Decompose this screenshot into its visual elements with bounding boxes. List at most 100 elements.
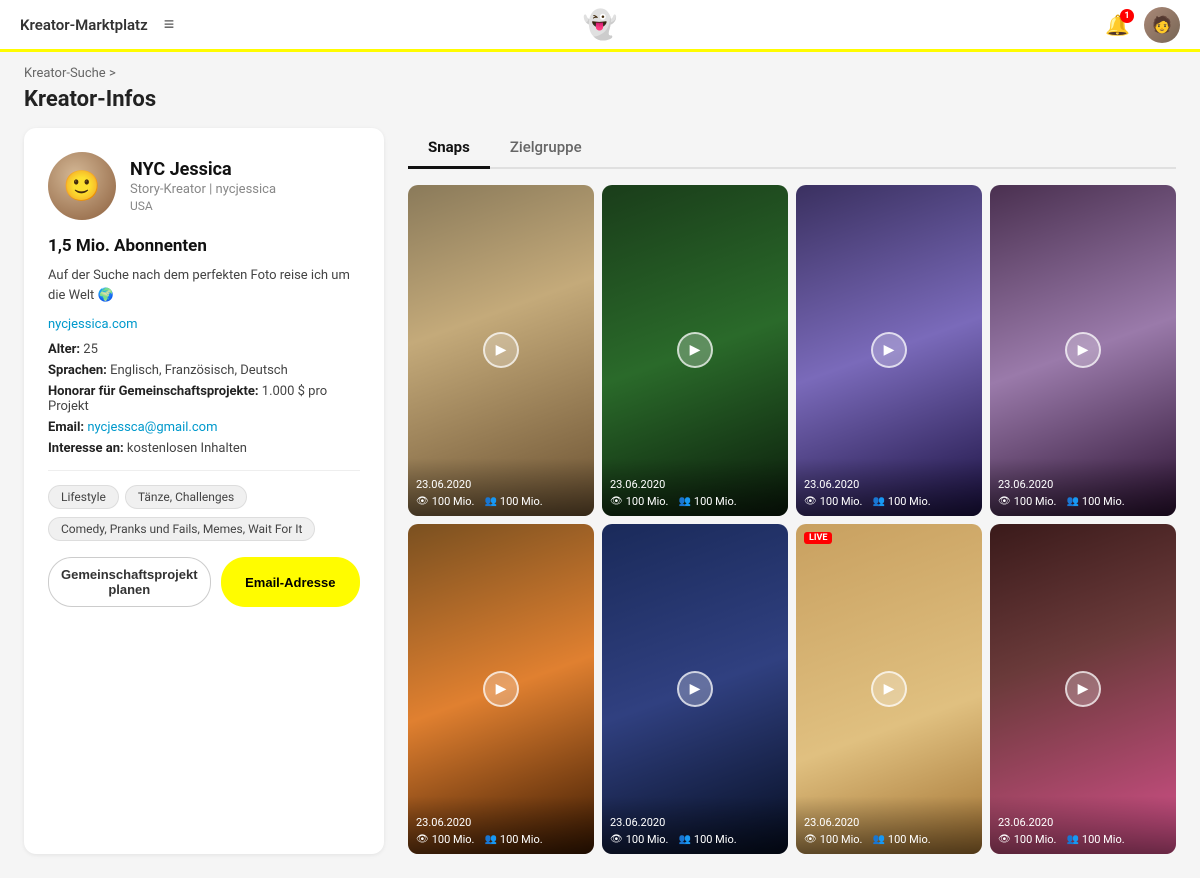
header-right: 🔔 1 🧑 <box>1105 7 1180 43</box>
play-button[interactable]: ▶ <box>871 671 907 707</box>
avatar-icon: 🧑 <box>1152 15 1172 34</box>
snap-followers: 👥 100 Mio. <box>678 495 736 508</box>
snap-item[interactable]: ▶ 23.06.2020 👁 100 Mio. 👥 100 Mio. <box>602 185 788 516</box>
interest-label: Interesse an: <box>48 441 124 456</box>
snap-overlay: 23.06.2020 👁 100 Mio. 👥 100 Mio. <box>602 458 788 516</box>
user-avatar-header[interactable]: 🧑 <box>1144 7 1180 43</box>
header: Kreator-Marktplatz ≡ 👻 🔔 1 🧑 <box>0 0 1200 52</box>
snap-item[interactable]: ▶ 23.06.2020 👁 100 Mio. 👥 100 Mio. <box>990 185 1176 516</box>
snap-followers: 👥 100 Mio. <box>872 495 930 508</box>
profile-role: Story-Kreator | nycjessica <box>130 182 276 197</box>
role-label: Story-Kreator <box>130 182 206 197</box>
play-button[interactable]: ▶ <box>871 332 907 368</box>
profile-name: NYC Jessica <box>130 159 276 180</box>
play-button[interactable]: ▶ <box>483 671 519 707</box>
age-value: 25 <box>83 342 98 357</box>
views-value: 100 Mio. <box>626 833 669 846</box>
snap-followers: 👥 100 Mio. <box>484 495 542 508</box>
snap-overlay: 23.06.2020 👁 100 Mio. 👥 100 Mio. <box>602 796 788 854</box>
snap-inner: ▶ 23.06.2020 👁 100 Mio. 👥 100 Mio. <box>602 185 788 516</box>
snap-overlay: 23.06.2020 👁 100 Mio. 👥 100 Mio. <box>990 796 1176 854</box>
followers-value: 100 Mio. <box>500 495 543 508</box>
play-button[interactable]: ▶ <box>677 671 713 707</box>
play-button[interactable]: ▶ <box>677 332 713 368</box>
profile-website[interactable]: nycjessica.com <box>48 317 360 332</box>
snap-views: 👁 100 Mio. <box>416 495 474 508</box>
fee-label: Honorar für Gemeinschaftsprojekte: <box>48 384 259 399</box>
play-button[interactable]: ▶ <box>1065 671 1101 707</box>
snap-item[interactable]: LIVE ▶ 23.06.2020 👁 100 Mio. 👥 100 Mio. <box>796 524 982 855</box>
snap-date: 23.06.2020 <box>998 478 1168 491</box>
tag-dances: Tänze, Challenges <box>125 485 247 509</box>
subscriber-count: 1,5 Mio. Abonnenten <box>48 236 360 256</box>
header-center: 👻 <box>583 8 618 41</box>
community-project-button[interactable]: Gemeinschaftsprojekt planen <box>48 557 211 607</box>
snap-followers: 👥 100 Mio. <box>872 833 930 846</box>
snap-inner: ▶ 23.06.2020 👁 100 Mio. 👥 100 Mio. <box>408 185 594 516</box>
snap-grid: ▶ 23.06.2020 👁 100 Mio. 👥 100 Mio. <box>408 185 1176 854</box>
tags-row-2: Comedy, Pranks und Fails, Memes, Wait Fo… <box>48 517 360 541</box>
snap-views: 👁 100 Mio. <box>998 833 1056 846</box>
notification-button[interactable]: 🔔 1 <box>1105 13 1130 37</box>
snap-overlay: 23.06.2020 👁 100 Mio. 👥 100 Mio. <box>408 796 594 854</box>
profile-email: Email: nycjessca@gmail.com <box>48 420 360 435</box>
eye-icon: 👁 <box>998 834 1011 845</box>
followers-value: 100 Mio. <box>694 833 737 846</box>
snap-item[interactable]: ▶ 23.06.2020 👁 100 Mio. 👥 100 Mio. <box>408 185 594 516</box>
profile-fee: Honorar für Gemeinschaftsprojekte: 1.000… <box>48 384 360 414</box>
snap-date: 23.06.2020 <box>416 816 586 829</box>
tabs: Snaps Zielgruppe <box>408 128 1176 169</box>
snap-date: 23.06.2020 <box>610 816 780 829</box>
play-button[interactable]: ▶ <box>1065 332 1101 368</box>
profile-bio: Auf der Suche nach dem perfekten Foto re… <box>48 266 360 305</box>
profile-location: USA <box>130 199 276 213</box>
snap-item[interactable]: ▶ 23.06.2020 👁 100 Mio. 👥 100 Mio. <box>408 524 594 855</box>
people-icon: 👥 <box>484 496 496 507</box>
languages-value: Englisch, Französisch, Deutsch <box>110 363 288 378</box>
divider <box>48 470 360 471</box>
followers-value: 100 Mio. <box>1082 833 1125 846</box>
snap-stats: 👁 100 Mio. 👥 100 Mio. <box>416 495 586 508</box>
app-title: Kreator-Marktplatz <box>20 16 148 34</box>
snap-stats: 👁 100 Mio. 👥 100 Mio. <box>998 833 1168 846</box>
snap-followers: 👥 100 Mio. <box>484 833 542 846</box>
live-badge: LIVE <box>804 532 832 544</box>
menu-icon[interactable]: ≡ <box>164 14 175 35</box>
people-icon: 👥 <box>484 834 496 845</box>
views-value: 100 Mio. <box>626 495 669 508</box>
email-value[interactable]: nycjessca@gmail.com <box>87 420 217 435</box>
age-label: Alter: <box>48 342 80 357</box>
eye-icon: 👁 <box>610 834 623 845</box>
tab-audience[interactable]: Zielgruppe <box>490 128 602 169</box>
email-address-button[interactable]: Email-Adresse <box>221 557 360 607</box>
content-area: Snaps Zielgruppe ▶ 23.06.2020 👁 100 Mio. <box>408 128 1176 854</box>
views-value: 100 Mio. <box>1014 833 1057 846</box>
tab-snaps[interactable]: Snaps <box>408 128 490 169</box>
eye-icon: 👁 <box>416 834 429 845</box>
views-value: 100 Mio. <box>820 833 863 846</box>
profile-languages: Sprachen: Englisch, Französisch, Deutsch <box>48 363 360 378</box>
play-button[interactable]: ▶ <box>483 332 519 368</box>
views-value: 100 Mio. <box>432 495 475 508</box>
tag-lifestyle: Lifestyle <box>48 485 119 509</box>
snap-followers: 👥 100 Mio. <box>1066 833 1124 846</box>
eye-icon: 👁 <box>998 496 1011 507</box>
profile-age: Alter: 25 <box>48 342 360 357</box>
breadcrumb-parent[interactable]: Kreator-Suche <box>24 66 106 81</box>
interest-value: kostenlosen Inhalten <box>127 441 247 456</box>
profile-card: 🙂 NYC Jessica Story-Kreator | nycjessica… <box>24 128 384 854</box>
snap-item[interactable]: ▶ 23.06.2020 👁 100 Mio. 👥 100 Mio. <box>990 524 1176 855</box>
eye-icon: 👁 <box>416 496 429 507</box>
notification-badge: 1 <box>1120 9 1134 23</box>
snap-views: 👁 100 Mio. <box>804 495 862 508</box>
snap-stats: 👁 100 Mio. 👥 100 Mio. <box>804 833 974 846</box>
eye-icon: 👁 <box>610 496 623 507</box>
snap-inner: ▶ 23.06.2020 👁 100 Mio. 👥 100 Mio. <box>990 524 1176 855</box>
followers-value: 100 Mio. <box>888 833 931 846</box>
snap-item[interactable]: ▶ 23.06.2020 👁 100 Mio. 👥 100 Mio. <box>602 524 788 855</box>
snap-item[interactable]: ▶ 23.06.2020 👁 100 Mio. 👥 100 Mio. <box>796 185 982 516</box>
people-icon: 👥 <box>872 834 884 845</box>
people-icon: 👥 <box>1066 834 1078 845</box>
languages-label: Sprachen: <box>48 363 107 378</box>
eye-icon: 👁 <box>804 834 817 845</box>
